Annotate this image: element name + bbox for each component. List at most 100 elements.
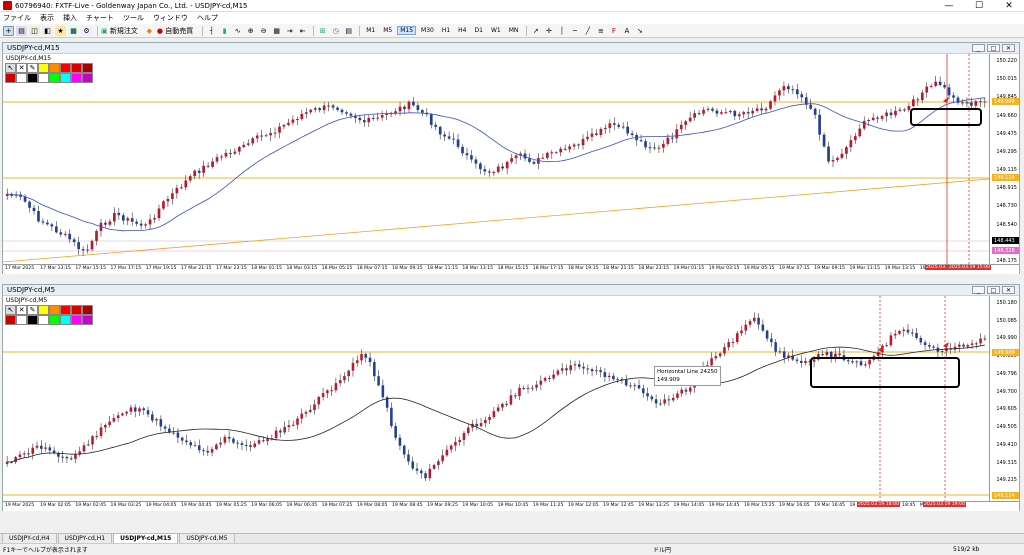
timeframe-w1[interactable]: W1: [488, 26, 504, 35]
palette-color-swatch[interactable]: [60, 63, 71, 73]
palette-color-swatch[interactable]: [16, 73, 27, 83]
palette-color-swatch[interactable]: [60, 73, 71, 83]
palette-color-swatch[interactable]: [71, 315, 82, 325]
chart-plot-m5[interactable]: USDJPY-cd,M5 ↖ ✕ ✎ ● 150.180 150.085 149.990 1…: [3, 296, 1019, 511]
palette-color-swatch[interactable]: [82, 305, 93, 315]
timeframe-h1[interactable]: H1: [439, 26, 453, 35]
palette-color-swatch[interactable]: [38, 63, 49, 73]
chart-shift-icon[interactable]: ⇤: [297, 26, 308, 36]
palette-color-swatch[interactable]: [82, 315, 93, 325]
palette-color-swatch[interactable]: [5, 315, 16, 325]
timeframe-m1[interactable]: M1: [363, 26, 378, 35]
time-scale[interactable]: 17 Mar 2025 17 Mar 13:15 17 Mar 15:15 17 Ma…: [3, 264, 1019, 274]
chart-close-button[interactable]: ✕: [1002, 44, 1015, 52]
menu-tools[interactable]: ツール: [123, 13, 144, 23]
tile-windows-icon[interactable]: ▦: [271, 26, 282, 36]
crosshair-icon[interactable]: ✛: [543, 26, 554, 36]
market-watch-icon[interactable]: ◫: [29, 25, 40, 36]
chart-maximize-button[interactable]: □: [987, 44, 1000, 52]
price-scale[interactable]: 150.220150.015149.845149.660149.475149.2…: [989, 54, 1019, 264]
trendline-icon[interactable]: ╱: [582, 26, 593, 36]
palette-tool-icon[interactable]: ↖: [5, 305, 16, 315]
palette-color-swatch[interactable]: [60, 305, 71, 315]
data-window-icon[interactable]: ◧: [42, 25, 53, 36]
menu-window[interactable]: ウィンドウ: [153, 13, 188, 23]
new-order-button[interactable]: ▣ 新規注文: [101, 26, 138, 36]
arrows-icon[interactable]: ➘: [634, 26, 645, 36]
chart-window-titlebar[interactable]: USDJPY-cd,M5 _ □ ✕: [3, 285, 1019, 296]
palette-tool-icon[interactable]: ●: [27, 315, 38, 325]
timeframe-m30[interactable]: M30: [418, 26, 437, 35]
menu-view[interactable]: 表示: [40, 13, 54, 23]
line-chart-icon[interactable]: ∿: [232, 26, 243, 36]
palette-color-swatch[interactable]: [49, 73, 60, 83]
palette-tool-icon[interactable]: ↖: [5, 63, 16, 73]
chart-maximize-button[interactable]: □: [987, 286, 1000, 294]
palette-tool-icon[interactable]: ✎: [27, 305, 38, 315]
channel-icon[interactable]: ≡: [595, 26, 606, 36]
bar-chart-icon[interactable]: ┤: [206, 26, 217, 36]
chart-close-button[interactable]: ✕: [1002, 286, 1015, 294]
cursor-icon[interactable]: ➚: [530, 26, 541, 36]
autoscroll-icon[interactable]: ⇥: [284, 26, 295, 36]
palette-color-swatch[interactable]: [71, 63, 82, 73]
time-scale[interactable]: 19 Mar 2025 19 Mar 02:05 19 Mar 02:45 19 Ma…: [3, 501, 1019, 511]
text-icon[interactable]: A: [621, 26, 632, 36]
minimize-button[interactable]: —: [934, 0, 964, 12]
navigator-icon[interactable]: ★: [55, 25, 66, 36]
palette-color-swatch[interactable]: [82, 63, 93, 73]
timeframe-m5[interactable]: M5: [380, 26, 395, 35]
palette-color-swatch[interactable]: [49, 63, 60, 73]
maximize-button[interactable]: ☐: [964, 0, 994, 12]
menu-help[interactable]: ヘルプ: [197, 13, 218, 23]
close-button[interactable]: ✕: [994, 0, 1024, 12]
palette-color-swatch[interactable]: [49, 315, 60, 325]
periods-icon[interactable]: ◷: [330, 26, 341, 36]
meta-editor-icon[interactable]: ◆: [144, 26, 155, 36]
timeframe-mn[interactable]: MN: [506, 26, 522, 35]
fibonacci-icon[interactable]: F: [608, 26, 619, 36]
chart-window-m15[interactable]: USDJPY-cd,M15 _ □ ✕ USDJPY-cd,M15 ↖ ✕ ✎ ● 1…: [2, 42, 1020, 274]
chart-plot-m15[interactable]: USDJPY-cd,M15 ↖✕✎● 150.220150.015149.845…: [3, 54, 1019, 274]
chart-window-titlebar[interactable]: USDJPY-cd,M15 _ □ ✕: [3, 43, 1019, 54]
auto-trading-button[interactable]: ● 自動売買: [157, 26, 193, 36]
horizontal-line-icon[interactable]: ─: [569, 26, 580, 36]
chart-minimize-button[interactable]: _: [972, 44, 985, 52]
palette-color-swatch[interactable]: [71, 73, 82, 83]
palette-tool-icon[interactable]: ✎: [27, 63, 38, 73]
palette-color-swatch[interactable]: [82, 73, 93, 83]
price-scale[interactable]: 150.180 150.085 149.990 149.895 149.796 149.7…: [989, 296, 1019, 501]
palette-color-swatch[interactable]: [5, 73, 16, 83]
tester-icon[interactable]: ⚙: [81, 25, 92, 36]
palette-tool-icon[interactable]: ●: [27, 73, 38, 83]
candle-body: [577, 144, 580, 146]
palette-color-swatch[interactable]: [38, 73, 49, 83]
palette-tool-icon[interactable]: ✕: [16, 305, 27, 315]
zoom-in-icon[interactable]: ⊕: [245, 26, 256, 36]
terminal-icon[interactable]: ▦: [68, 25, 79, 36]
palette-color-swatch[interactable]: [16, 315, 27, 325]
palette-color-swatch[interactable]: [71, 305, 82, 315]
templates-icon[interactable]: ▤: [343, 26, 354, 36]
vertical-line-icon[interactable]: │: [556, 26, 567, 36]
profiles-icon[interactable]: ▤: [16, 25, 27, 36]
menu-chart[interactable]: チャート: [86, 13, 114, 23]
indicators-icon[interactable]: ⊞: [317, 26, 328, 36]
candlestick-chart-m15[interactable]: [3, 54, 989, 264]
timeframe-m15[interactable]: M15: [397, 26, 417, 35]
candlestick-chart-m5[interactable]: [3, 296, 989, 501]
candlestick-icon[interactable]: ▮: [219, 26, 230, 36]
palette-color-swatch[interactable]: [60, 315, 71, 325]
palette-tool-icon[interactable]: ✕: [16, 63, 27, 73]
timeframe-h4[interactable]: H4: [455, 26, 469, 35]
palette-color-swatch[interactable]: [38, 315, 49, 325]
palette-color-swatch[interactable]: [49, 305, 60, 315]
menu-file[interactable]: ファイル: [3, 13, 31, 23]
new-chart-icon[interactable]: +: [3, 25, 14, 36]
timeframe-d1[interactable]: D1: [472, 26, 486, 35]
palette-color-swatch[interactable]: [38, 305, 49, 315]
zoom-out-icon[interactable]: ⊖: [258, 26, 269, 36]
menu-insert[interactable]: 挿入: [63, 13, 77, 23]
chart-minimize-button[interactable]: _: [972, 286, 985, 294]
chart-window-m5[interactable]: USDJPY-cd,M5 _ □ ✕ USDJPY-cd,M5 ↖ ✕ ✎ ● 150…: [2, 284, 1020, 511]
